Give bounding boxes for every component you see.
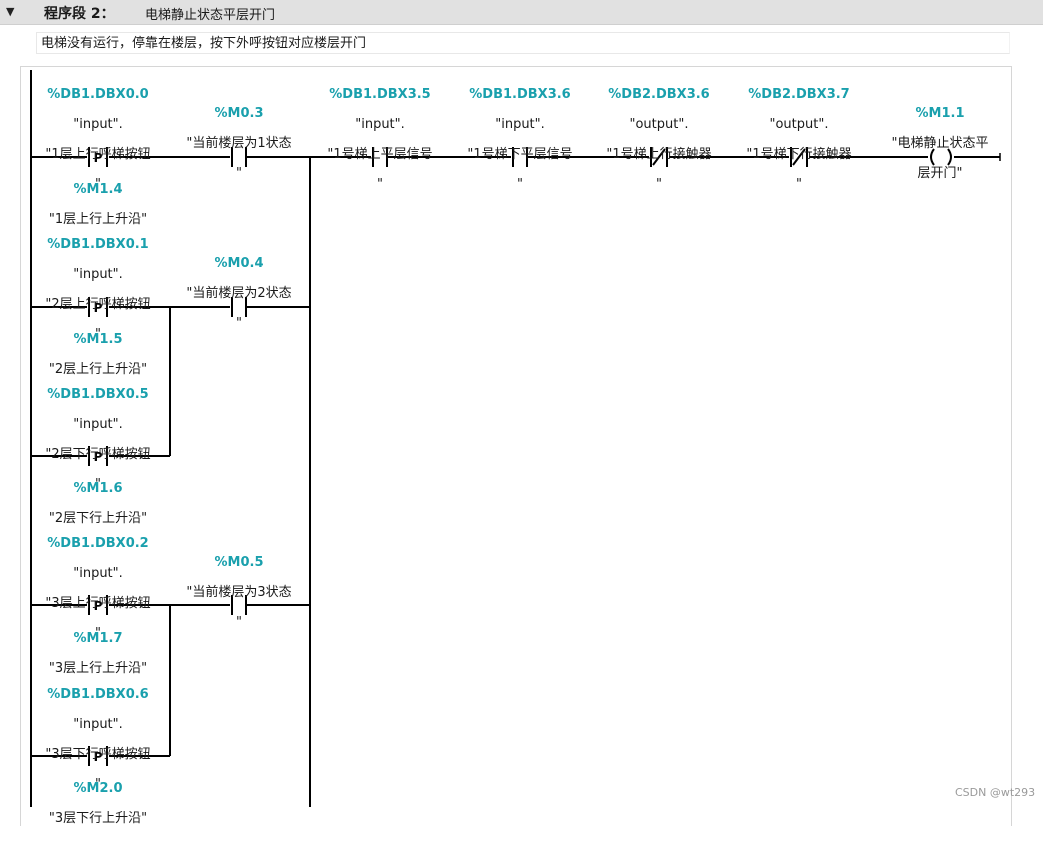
contact-m0-3[interactable]: %M0.3 "当前楼层为1状态 " xyxy=(169,91,309,196)
contact-db1-dbx3-5[interactable]: %DB1.DBX3.5 "input". "1号梯上平层信号 " xyxy=(310,72,450,207)
contact-db1-dbx3-6[interactable]: %DB1.DBX3.6 "input". "1号梯下平层信号 " xyxy=(450,72,590,207)
contact-db2-dbx3-7[interactable]: %DB2.DBX3.7 "output". "1号梯下行接触器 " xyxy=(729,72,869,207)
contact-db2-dbx3-6[interactable]: %DB2.DBX3.6 "output". "1号梯上行接触器 " xyxy=(589,72,729,207)
pulse-m2-0[interactable]: %M2.0 "3层下行上升沿" xyxy=(28,766,168,841)
contact-m0-5[interactable]: %M0.5 "当前楼层为3状态 " xyxy=(169,540,309,645)
contact-m0-4[interactable]: %M0.4 "当前楼层为2状态 " xyxy=(169,241,309,346)
coil-m1-1[interactable]: %M1.1 "电梯静止状态平 层开门" xyxy=(870,91,1010,196)
watermark: CSDN @wt293 xyxy=(955,786,1036,799)
